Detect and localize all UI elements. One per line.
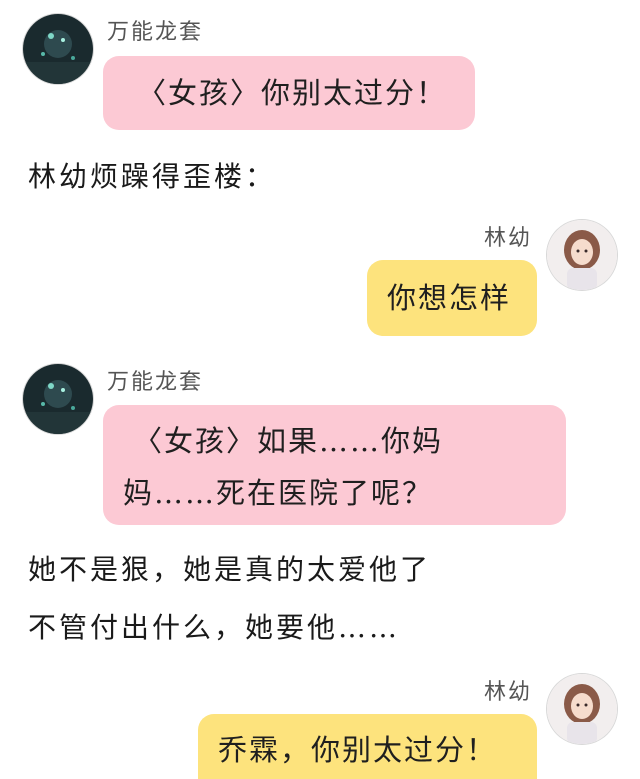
chat-bubble: 乔霖，你别太过分！ [198,714,537,779]
narration-text: 她不是狠，她是真的太爱他了 [28,553,432,586]
avatar-lin-you[interactable] [547,674,617,744]
avatar-wanneng-longtao[interactable] [23,364,93,434]
chat-bubble: 〈女孩〉你别太过分！ [103,56,475,130]
sender-name: 林幼 [484,226,533,251]
avatar-wanneng-longtao[interactable] [23,14,93,84]
avatar-image [547,674,617,744]
avatar-image [547,220,617,290]
avatar-image [23,364,93,434]
sender-name: 万能龙套 [107,370,204,395]
narration-text: 林幼烦躁得歪楼： [28,160,277,193]
avatar-image [23,14,93,84]
bubble-line-2: 妈……死在医院了呢？ [123,476,434,510]
bubble-line-1: 〈女孩〉如果……你妈 [133,424,444,458]
sender-name: 林幼 [484,680,533,705]
chat-bubble: 〈女孩〉如果……你妈 妈……死在医院了呢？ [103,405,566,525]
avatar-lin-you[interactable] [547,220,617,290]
narration-text: 不管付出什么，她要他…… [28,611,401,644]
sender-name: 万能龙套 [107,20,204,45]
chat-bubble: 你想怎样 [367,260,537,336]
